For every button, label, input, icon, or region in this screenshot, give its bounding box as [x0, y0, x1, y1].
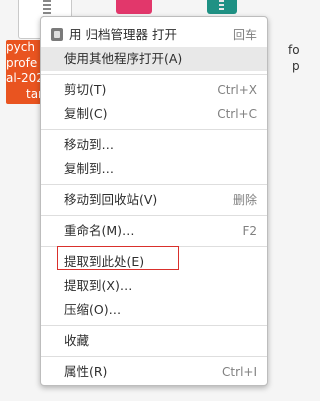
menu-item-rename[interactable]: 重命名(M)… F2 — [41, 219, 267, 243]
menu-item-cut[interactable]: 剪切(T) Ctrl+X — [41, 78, 267, 102]
menu-item-favorite[interactable]: 收藏 — [41, 329, 267, 353]
context-menu: 用 归档管理器 打开 回车 使用其他程序打开(A) 剪切(T) Ctrl+X 复… — [40, 16, 268, 386]
menu-item-label: 剪切(T) — [64, 82, 107, 97]
archive-manager-icon — [51, 28, 63, 41]
menu-item-shortcut: Ctrl+X — [217, 83, 257, 97]
menu-item-move-to[interactable]: 移动到… — [41, 133, 267, 157]
menu-separator — [41, 184, 267, 185]
file-icon-pink[interactable] — [116, 0, 152, 14]
menu-item-open-with-other[interactable]: 使用其他程序打开(A) — [41, 47, 267, 71]
folder-label-line: fo — [288, 43, 300, 57]
menu-item-shortcut: 回车 — [232, 28, 257, 42]
menu-separator — [41, 246, 267, 247]
menu-item-shortcut: F2 — [242, 224, 257, 238]
menu-item-label: 移动到回收站(V) — [64, 192, 158, 207]
menu-item-compress[interactable]: 压缩(O)… — [41, 298, 267, 322]
menu-item-label: 移动到… — [64, 137, 115, 152]
menu-item-shortcut: Ctrl+I — [222, 365, 257, 379]
menu-item-label: 压缩(O)… — [64, 302, 122, 317]
menu-separator — [41, 215, 267, 216]
menu-item-label: 使用其他程序打开(A) — [64, 51, 183, 66]
menu-separator — [41, 325, 267, 326]
archive-file-icon-teal[interactable] — [207, 0, 237, 14]
menu-item-move-to-trash[interactable]: 移动到回收站(V) 删除 — [41, 188, 267, 212]
zipper-icon — [219, 0, 224, 12]
menu-item-copy-to[interactable]: 复制到… — [41, 157, 267, 181]
menu-separator — [41, 129, 267, 130]
menu-item-label: 用 归档管理器 打开 — [69, 27, 177, 42]
menu-item-label: 提取到(X)… — [64, 278, 133, 293]
menu-item-copy[interactable]: 复制(C) Ctrl+C — [41, 102, 267, 126]
folder-label-line: p — [292, 59, 300, 73]
menu-item-label: 复制到… — [64, 161, 115, 176]
menu-item-label: 复制(C) — [64, 106, 108, 121]
menu-item-shortcut: Ctrl+C — [217, 107, 257, 121]
menu-item-label: 提取到此处(E) — [64, 254, 145, 269]
menu-separator — [41, 74, 267, 75]
menu-item-open-with-archive-manager[interactable]: 用 归档管理器 打开 回车 — [41, 23, 267, 47]
menu-item-properties[interactable]: 属性(R) Ctrl+I — [41, 360, 267, 384]
menu-item-extract-here[interactable]: 提取到此处(E) — [41, 250, 267, 274]
menu-separator — [41, 356, 267, 357]
menu-item-shortcut: 删除 — [232, 193, 257, 207]
folder-label[interactable]: fo p — [288, 42, 300, 74]
menu-item-label: 收藏 — [64, 333, 90, 348]
menu-item-extract-to[interactable]: 提取到(X)… — [41, 274, 267, 298]
menu-item-label: 重命名(M)… — [64, 223, 135, 238]
menu-item-label: 属性(R) — [64, 364, 108, 379]
